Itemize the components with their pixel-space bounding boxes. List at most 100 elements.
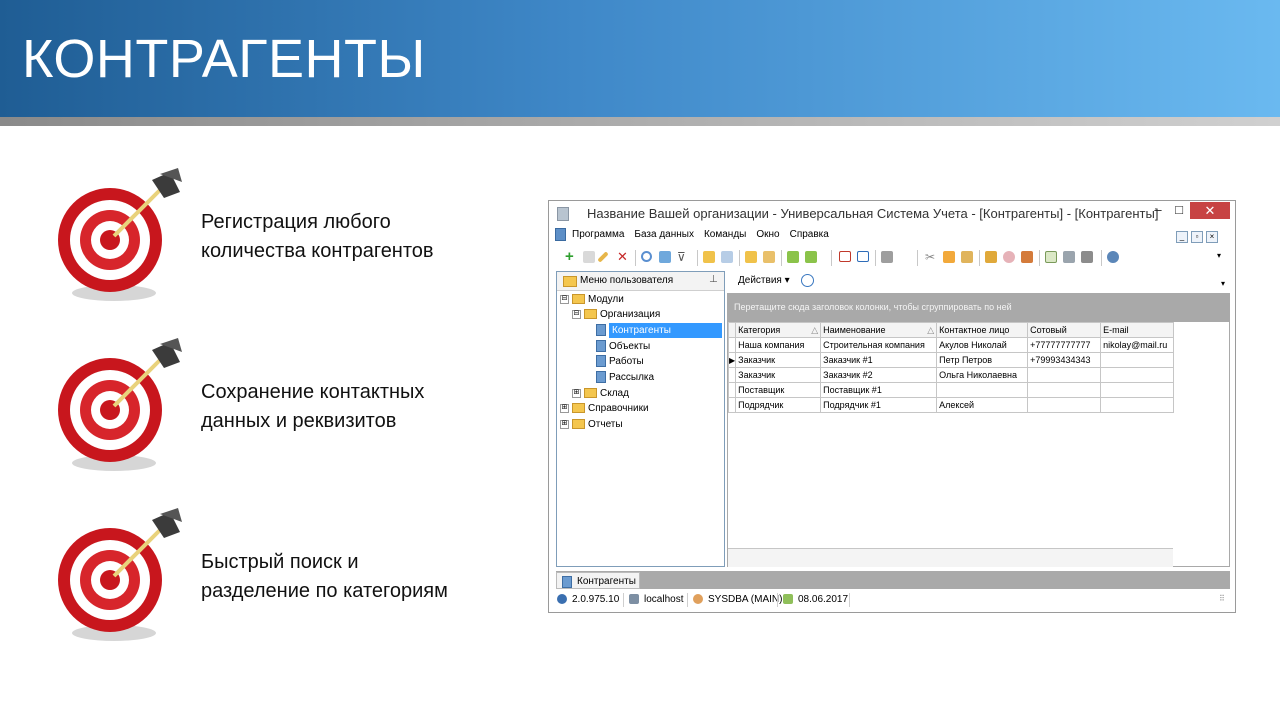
- close-button[interactable]: ✕: [1190, 202, 1230, 219]
- maximize-button[interactable]: □: [1171, 202, 1187, 220]
- up-down-icon[interactable]: [745, 251, 757, 263]
- mdi-restore-button[interactable]: ▫: [1191, 231, 1203, 243]
- table-cell[interactable]: Петр Петров: [936, 352, 1029, 368]
- tree-item-reports[interactable]: ⊞ Отчеты: [560, 417, 623, 432]
- copy-icon[interactable]: [583, 251, 595, 263]
- print-icon[interactable]: [1063, 251, 1075, 263]
- table-cell[interactable]: [1027, 367, 1102, 383]
- column-header[interactable]: Контактное лицо: [936, 322, 1029, 338]
- list-icon[interactable]: [763, 251, 775, 263]
- table-cell[interactable]: Поставщик: [735, 382, 822, 398]
- expand-icon[interactable]: ⊞: [560, 419, 569, 429]
- table-cell[interactable]: Ольга Николаевна: [936, 367, 1029, 383]
- table-cell[interactable]: [936, 382, 1029, 398]
- grid-toolbar-overflow-icon[interactable]: ▾: [1221, 279, 1225, 288]
- resize-grip-icon[interactable]: ⠿: [1219, 594, 1225, 603]
- tab-counterparties[interactable]: Контрагенты: [556, 572, 640, 589]
- table-cell[interactable]: Наша компания: [735, 337, 822, 353]
- new-window-icon[interactable]: [839, 251, 851, 262]
- users-icon[interactable]: [1003, 251, 1015, 263]
- tree-item-modules[interactable]: ⊟ Модули: [560, 292, 624, 307]
- settings-icon[interactable]: [1021, 251, 1033, 263]
- tree-item-label: Склад: [600, 388, 629, 399]
- tree-item-warehouse[interactable]: ⊞ Склад: [572, 386, 629, 401]
- table-cell[interactable]: [1100, 367, 1175, 383]
- search-icon[interactable]: [641, 251, 652, 262]
- open-window-icon[interactable]: [857, 251, 869, 262]
- table-row[interactable]: Заказчик Заказчик #2 Ольга Николаевна: [727, 367, 1175, 383]
- actions-dropdown[interactable]: Действия ▾: [738, 275, 790, 286]
- table-cell[interactable]: Заказчик: [735, 367, 822, 383]
- table-row[interactable]: Поставщик Поставщик #1: [727, 382, 1175, 398]
- table-cell[interactable]: Заказчик: [735, 352, 822, 368]
- menu-item-database[interactable]: База данных: [634, 229, 694, 240]
- tree-item-label: Объекты: [609, 341, 651, 352]
- table-cell[interactable]: +79993434343: [1027, 352, 1102, 368]
- table-row[interactable]: Наша компания Строительная компания Акул…: [727, 337, 1175, 353]
- wizard-icon[interactable]: [943, 251, 955, 263]
- column-header[interactable]: Категория △: [735, 322, 822, 338]
- menu-item-commands[interactable]: Команды: [704, 229, 746, 240]
- table-cell[interactable]: Поставщик #1: [820, 382, 938, 398]
- tree-item-objects[interactable]: Объекты: [596, 339, 650, 354]
- preview-icon[interactable]: [1081, 251, 1093, 263]
- add-icon[interactable]: +: [565, 249, 577, 264]
- tree-item-works[interactable]: Работы: [596, 354, 644, 369]
- export-icon[interactable]: [787, 251, 799, 263]
- mdi-minimize-button[interactable]: _: [1176, 231, 1188, 243]
- expand-icon[interactable]: ⊞: [560, 403, 569, 413]
- menu-item-program[interactable]: Программа: [572, 229, 624, 240]
- column-header-label: E-mail: [1103, 325, 1129, 335]
- tree-item-organization[interactable]: ⊟ Организация: [572, 307, 660, 322]
- sort-icon[interactable]: [703, 251, 715, 263]
- menu-item-window[interactable]: Окно: [756, 229, 779, 240]
- tree-item-mailing[interactable]: Рассылка: [596, 370, 654, 385]
- table-cell[interactable]: Подрядчик #1: [820, 397, 938, 413]
- minimize-button[interactable]: –: [1150, 202, 1166, 220]
- table-cell[interactable]: Заказчик #2: [820, 367, 938, 383]
- refresh-icon[interactable]: [659, 251, 671, 263]
- delete-icon[interactable]: ✕: [617, 250, 629, 263]
- table-cell[interactable]: +77777777777: [1027, 337, 1102, 353]
- table-cell[interactable]: Заказчик #1: [820, 352, 938, 368]
- note-icon[interactable]: [961, 251, 973, 263]
- toolbar-overflow-icon[interactable]: ▾: [1217, 251, 1229, 263]
- collapse-icon[interactable]: ⊟: [560, 294, 569, 304]
- mdi-close-button[interactable]: ×: [1206, 231, 1218, 243]
- column-header[interactable]: Наименование △: [820, 322, 938, 338]
- tree-item-counterparties[interactable]: Контрагенты: [596, 323, 722, 338]
- info-icon[interactable]: [1107, 251, 1119, 263]
- table-cell[interactable]: [1100, 382, 1175, 398]
- tools-icon[interactable]: [881, 251, 893, 263]
- calendar-icon[interactable]: [1045, 251, 1057, 263]
- comment-icon[interactable]: [721, 251, 733, 263]
- folder-icon: [572, 419, 585, 430]
- table-row[interactable]: Подрядчик Подрядчик #1 Алексей: [727, 397, 1175, 413]
- user-menu-title: Меню пользователя: [580, 275, 674, 286]
- table-cell[interactable]: [1100, 352, 1175, 368]
- table-cell[interactable]: [1027, 382, 1102, 398]
- table-cell[interactable]: nikolay@mail.ru: [1100, 337, 1175, 353]
- scissors-icon[interactable]: ✂: [925, 251, 937, 263]
- pin-icon[interactable]: ⊥: [709, 274, 718, 285]
- table-cell[interactable]: Строительная компания: [820, 337, 938, 353]
- column-header[interactable]: E-mail: [1100, 322, 1175, 338]
- expand-icon[interactable]: ⊞: [572, 388, 581, 398]
- import-icon[interactable]: [805, 251, 817, 263]
- edit-icon[interactable]: [597, 251, 609, 263]
- menu-item-help[interactable]: Справка: [790, 229, 829, 240]
- table-cell[interactable]: [1027, 397, 1102, 413]
- group-by-area[interactable]: Перетащите сюда заголовок колонки, чтобы…: [727, 293, 1230, 321]
- table-cell[interactable]: Алексей: [936, 397, 1029, 413]
- table-row[interactable]: ▶ Заказчик Заказчик #1 Петр Петров +7999…: [727, 352, 1175, 368]
- lock-icon[interactable]: [985, 251, 997, 263]
- column-header[interactable]: Сотовый: [1027, 322, 1102, 338]
- filter-icon[interactable]: ⊽: [677, 251, 689, 263]
- collapse-icon[interactable]: ⊟: [572, 309, 581, 319]
- clock-icon[interactable]: [801, 274, 814, 287]
- table-cell[interactable]: Акулов Николай: [936, 337, 1029, 353]
- window-titlebar[interactable]: Название Вашей организации - Универсальн…: [549, 201, 1235, 225]
- table-cell[interactable]: Подрядчик: [735, 397, 822, 413]
- tree-item-references[interactable]: ⊞ Справочники: [560, 401, 649, 416]
- table-cell[interactable]: [1100, 397, 1175, 413]
